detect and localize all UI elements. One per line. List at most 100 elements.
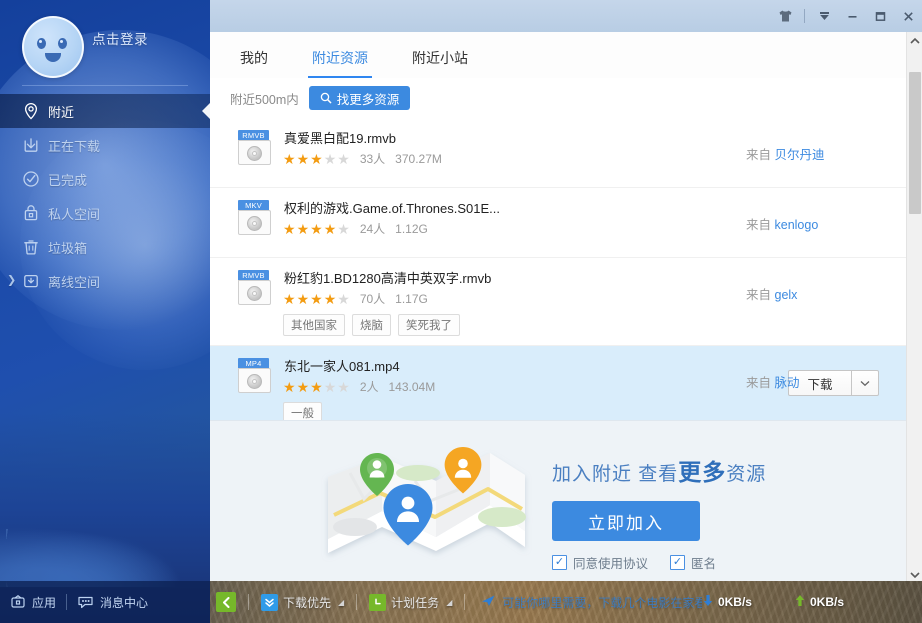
download-priority-button[interactable]: 下载优先 ◢: [261, 594, 344, 611]
file-source: 来自 贝尔丹迪: [746, 144, 906, 163]
source-user[interactable]: kenlogo: [775, 218, 819, 232]
sidebar-item-5[interactable]: 垃圾箱: [0, 230, 210, 264]
tag-chip[interactable]: 一般: [283, 402, 322, 420]
peer-count: 2人: [360, 378, 379, 395]
filter-bar: 附近500m内 找更多资源: [210, 78, 922, 118]
maximize-icon: [874, 10, 887, 23]
status-ad-marquee[interactable]: 可能你哪里需要，下载几个电影在家看: [481, 594, 702, 611]
range-label: 附近500m内: [230, 89, 299, 108]
sidebar-item-4[interactable]: 私人空间: [0, 196, 210, 230]
download-arrow-icon: [22, 136, 40, 154]
sidebar-item-2[interactable]: 正在下载: [0, 128, 210, 162]
join-nearby-promo: 加入附近 查看更多资源 立即加入 ✓同意使用协议✓匿名: [210, 420, 906, 582]
checkbox-box[interactable]: ✓: [670, 555, 685, 570]
cloud-download-icon: [22, 272, 40, 290]
star-icon: ★: [324, 222, 337, 236]
checkbox-label: 匿名: [691, 553, 716, 572]
tab-2[interactable]: 附近资源: [298, 51, 382, 78]
source-user[interactable]: 脉动: [775, 376, 800, 390]
table-row[interactable]: RMVB粉红豹1.BD1280高清中英双字.rmvb★★★★★70人1.17G其…: [210, 258, 906, 346]
skin-button[interactable]: [771, 4, 799, 28]
table-row[interactable]: MKV 权利的游戏.Game.of.Thrones.S01E... ★★★★★ 24人…: [210, 188, 906, 258]
sidebar-item-1[interactable]: 附近: [0, 94, 210, 128]
star-icon: ★: [297, 380, 310, 394]
tag-list: 一般: [283, 402, 322, 420]
tag-chip[interactable]: 其他国家: [283, 314, 345, 336]
sidebar-nav: 附近正在下载已完成私人空间垃圾箱❯离线空间: [0, 94, 210, 298]
promo-checkbox-row: ✓同意使用协议✓匿名: [552, 553, 766, 572]
login-link[interactable]: 点击登录: [92, 28, 148, 48]
close-button[interactable]: [894, 4, 922, 28]
star-icon: ★: [324, 152, 337, 166]
checkbox-2[interactable]: ✓ 匿名: [670, 553, 716, 572]
sidebar: 点击登录 附近正在下载已完成私人空间垃圾箱❯离线空间 应用: [0, 0, 210, 623]
file-source: 来自 kenlogo: [746, 214, 906, 233]
trash-icon: [22, 238, 40, 256]
avatar[interactable]: [22, 16, 84, 78]
main-menu-button[interactable]: [810, 4, 838, 28]
media-disc-icon: [247, 216, 262, 231]
rating-stars[interactable]: ★★★★★: [283, 222, 350, 236]
rating-stars[interactable]: ★★★★★: [283, 380, 350, 394]
expand-chevron-icon[interactable]: ❯: [7, 276, 16, 287]
status-back-button[interactable]: [216, 592, 236, 612]
file-type-icon: RMVB: [238, 130, 272, 166]
scrollbar-thumb[interactable]: [909, 72, 921, 214]
file-name[interactable]: 真爱黑白配19.rmvb: [284, 128, 396, 147]
sidebar-item-3[interactable]: 已完成: [0, 162, 210, 196]
source-prefix: 来自: [746, 218, 771, 232]
sidebar-item-6[interactable]: ❯离线空间: [0, 264, 210, 298]
tab-3[interactable]: 附近小站: [398, 51, 482, 78]
promo-content: 加入附近 查看更多资源 立即加入 ✓同意使用协议✓匿名: [552, 453, 766, 572]
sidebar-item-apps[interactable]: 应用: [0, 594, 66, 611]
checkbox-box[interactable]: ✓: [552, 555, 567, 570]
status-divider-3: [464, 594, 465, 610]
location-pin-icon: [22, 102, 40, 120]
map-with-pins-illustration: [320, 439, 535, 564]
profile-area[interactable]: 点击登录: [0, 0, 210, 84]
join-now-button[interactable]: 立即加入: [552, 501, 700, 541]
tab-1[interactable]: 我的: [226, 51, 282, 78]
star-icon: ★: [337, 152, 350, 166]
file-name[interactable]: 粉红豹1.BD1280高清中英双字.rmvb: [284, 268, 491, 287]
file-name[interactable]: 东北一家人081.mp4: [284, 356, 400, 375]
minimize-button[interactable]: [838, 4, 866, 28]
star-icon: ★: [337, 222, 350, 236]
star-icon: ★: [283, 380, 296, 394]
source-user[interactable]: gelx: [775, 288, 798, 302]
maximize-button[interactable]: [866, 4, 894, 28]
table-row[interactable]: MP4东北一家人081.mp4★★★★★2人143.04M一般下载来自 脉动: [210, 346, 906, 420]
sidebar-item-label: 正在下载: [48, 136, 100, 155]
status-divider-1: [248, 594, 249, 610]
promo-title: 加入附近 查看更多资源: [552, 453, 766, 487]
download-priority-label: 下载优先: [283, 594, 331, 611]
find-more-resources-button[interactable]: 找更多资源: [309, 86, 411, 110]
main-panel: 我的附近资源附近小站 附近500m内 找更多资源 RMVB 真爱黑白配19.rmv…: [210, 0, 922, 623]
check-circle-icon: [22, 170, 40, 188]
status-ad-text[interactable]: 可能你哪里需要，下载几个电影在家看: [502, 594, 702, 611]
scheduled-task-button[interactable]: 计划任务 ◢: [369, 594, 452, 611]
table-row[interactable]: RMVB真爱黑白配19.rmvb★★★★★33人370.27M来自 贝尔丹迪: [210, 118, 906, 188]
tag-chip[interactable]: 烧脑: [352, 314, 391, 336]
file-meta: ★★★★★33人370.27M: [283, 150, 442, 167]
file-type-icon: MKV: [238, 200, 272, 236]
checkbox-1[interactable]: ✓同意使用协议: [552, 553, 648, 572]
file-type-icon: RMVB: [238, 270, 272, 306]
sidebar-item-label: 附近: [48, 102, 74, 121]
tag-chip[interactable]: 笑死我了: [398, 314, 460, 336]
sidebar-item-message-center[interactable]: 消息中心: [67, 594, 158, 611]
scroll-up-button[interactable]: [907, 32, 922, 49]
media-disc-icon: [247, 146, 262, 161]
download-priority-caret-icon: ◢: [338, 598, 344, 607]
star-icon: ★: [324, 292, 337, 306]
source-user[interactable]: 贝尔丹迪: [775, 148, 825, 162]
rating-stars[interactable]: ★★★★★: [283, 152, 350, 166]
peer-count: 24人: [360, 220, 385, 237]
vertical-scrollbar[interactable]: [906, 32, 922, 583]
file-name[interactable]: 权利的游戏.Game.of.Thrones.S01E...: [284, 198, 500, 217]
star-icon: ★: [324, 380, 337, 394]
rating-stars[interactable]: ★★★★★: [283, 292, 350, 306]
titlebar-divider: [804, 9, 805, 23]
file-source: 来自 脉动: [746, 372, 906, 391]
peer-count: 33人: [360, 150, 385, 167]
